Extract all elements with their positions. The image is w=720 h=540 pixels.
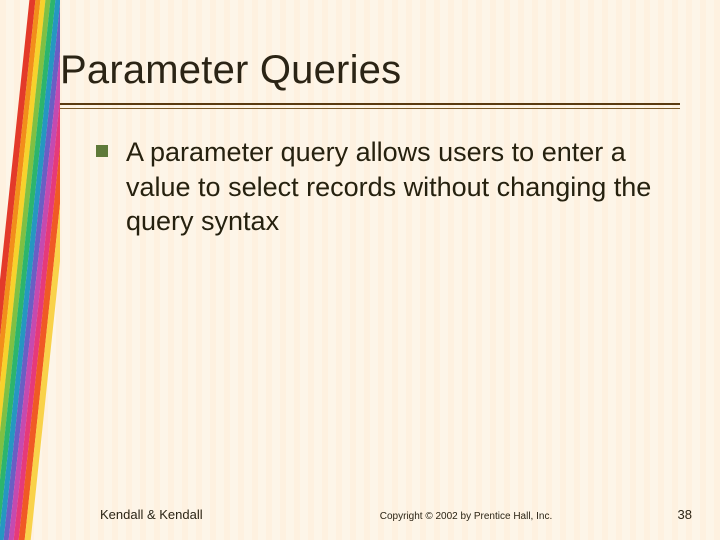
- list-item: A parameter query allows users to enter …: [96, 135, 670, 239]
- square-bullet-icon: [96, 145, 108, 157]
- slide-footer: Kendall & Kendall Copyright © 2002 by Pr…: [0, 507, 720, 522]
- body-list: A parameter query allows users to enter …: [60, 135, 680, 239]
- slide-title: Parameter Queries: [60, 48, 680, 93]
- footer-page-number: 38: [632, 507, 692, 522]
- slide-content: Parameter Queries A parameter query allo…: [0, 0, 720, 540]
- list-item-text: A parameter query allows users to enter …: [126, 135, 670, 239]
- footer-copyright: Copyright © 2002 by Prentice Hall, Inc.: [300, 511, 632, 522]
- title-divider: [60, 103, 680, 109]
- footer-author: Kendall & Kendall: [100, 507, 300, 522]
